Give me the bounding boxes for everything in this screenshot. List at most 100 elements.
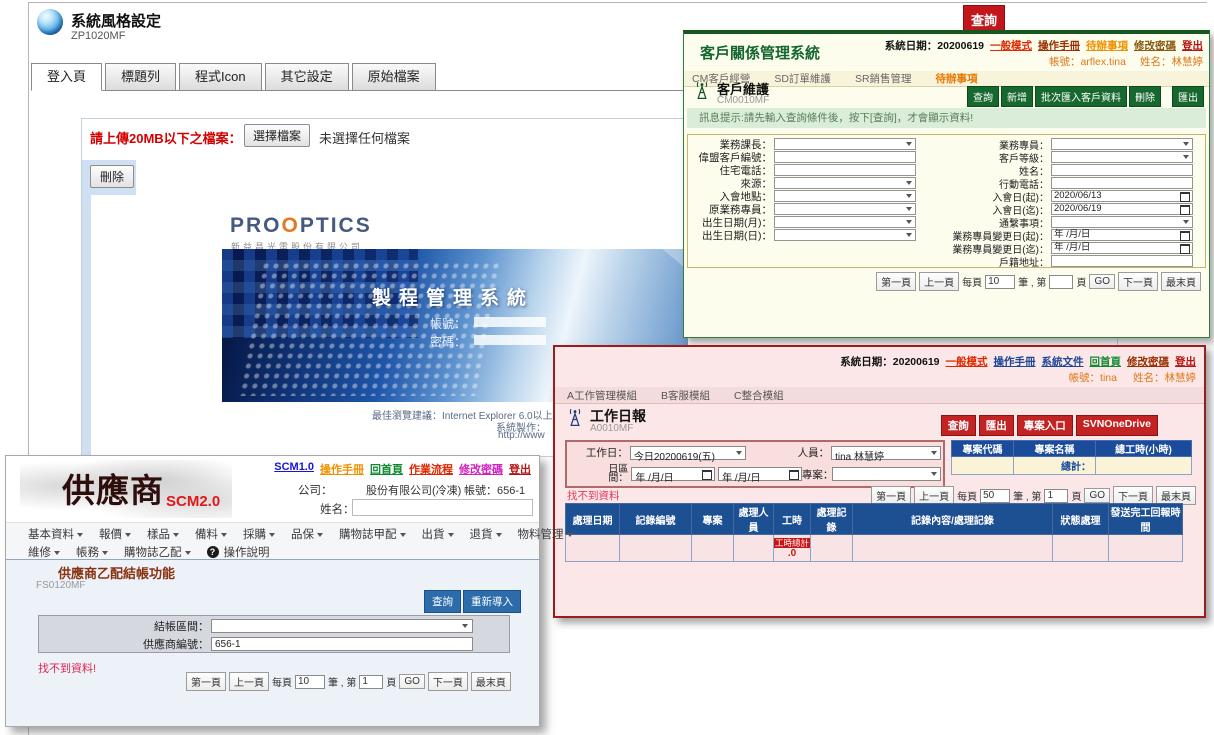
header-link[interactable]: 操作手冊 (1038, 38, 1080, 53)
calendar-icon[interactable] (702, 470, 712, 480)
menu-item[interactable]: 購物誌乙配 (124, 544, 191, 560)
date-to-input[interactable]: 年 /月/日 (718, 467, 802, 481)
calendar-icon[interactable] (1180, 231, 1190, 241)
nav-item[interactable]: A工作管理模組 (567, 388, 637, 403)
date-from-input[interactable]: 年 /月/日 (631, 467, 715, 481)
join-date-to-input[interactable]: 2020/06/19 (1051, 203, 1193, 215)
name-field[interactable] (352, 499, 533, 516)
header-link[interactable]: 一般模式 (946, 354, 988, 369)
birth-month-select[interactable] (774, 216, 916, 228)
menu-item[interactable]: 報價 (99, 526, 131, 542)
customer-id-input[interactable] (774, 151, 916, 163)
header-link[interactable]: 回首頁 (370, 461, 403, 477)
menu-item[interactable]: 基本資料 (28, 526, 83, 542)
first-page-button[interactable]: 第一頁 (876, 272, 916, 291)
prev-page-button[interactable]: 上一頁 (229, 672, 269, 691)
delete-button[interactable]: 刪除 (90, 165, 134, 188)
menu-item[interactable]: 出貨 (422, 526, 454, 542)
help-menu-item[interactable]: ?操作說明 (207, 544, 270, 560)
tab[interactable]: 其它設定 (265, 63, 349, 90)
calendar-icon[interactable] (1180, 192, 1190, 202)
name-input[interactable] (1051, 164, 1193, 176)
go-button[interactable]: GO (1084, 488, 1110, 503)
header-link[interactable]: 回首頁 (1090, 354, 1122, 369)
header-link[interactable]: 操作手冊 (994, 354, 1036, 369)
toolbar-button[interactable]: 專案入口 (1017, 415, 1073, 436)
contact-matter-select[interactable] (1051, 216, 1193, 228)
nav-item[interactable]: B客服模組 (661, 388, 710, 403)
last-page-button[interactable]: 最末頁 (471, 672, 511, 691)
agent-change-to-input[interactable]: 年 /月/日 (1051, 242, 1193, 254)
menu-item[interactable]: 品保 (291, 526, 323, 542)
menu-item[interactable]: 帳務 (76, 544, 108, 560)
toolbar-button[interactable]: 查詢 (424, 590, 461, 613)
per-page-input[interactable]: 10 (295, 675, 325, 689)
customer-grade-select[interactable] (1051, 151, 1193, 163)
header-link[interactable]: 作業流程 (409, 461, 453, 477)
page-number-input[interactable]: 1 (359, 675, 383, 689)
toolbar-button[interactable]: 刪除 (1129, 86, 1161, 107)
menu-item[interactable]: 採購 (243, 526, 275, 542)
header-link[interactable]: 登出 (509, 461, 531, 477)
per-page-input[interactable]: 50 (980, 489, 1010, 503)
birth-day-select[interactable] (774, 229, 916, 241)
header-link[interactable]: 登出 (1182, 38, 1203, 53)
page-number-input[interactable]: 1 (1044, 489, 1068, 503)
toolbar-button[interactable]: 新增 (1001, 86, 1033, 107)
header-link[interactable]: 操作手冊 (320, 461, 364, 477)
tab[interactable]: 原始檔案 (352, 63, 436, 90)
toolbar-button[interactable]: 匯出 (1172, 86, 1204, 107)
go-button[interactable]: GO (399, 674, 425, 689)
agent-select[interactable] (1051, 138, 1193, 150)
agent-change-from-input[interactable]: 年 /月/日 (1051, 229, 1193, 241)
menu-item[interactable]: 備料 (195, 526, 227, 542)
toolbar-button[interactable]: 查詢 (967, 86, 999, 107)
source-select[interactable] (774, 177, 916, 189)
sales-chief-select[interactable] (774, 138, 916, 150)
project-select[interactable] (832, 467, 941, 481)
menu-item[interactable]: 退貨 (470, 526, 502, 542)
header-link[interactable]: 修改密碼 (459, 461, 503, 477)
nav-item[interactable]: C整合模組 (734, 388, 784, 403)
registered-address-input[interactable] (1051, 255, 1193, 267)
prev-page-button[interactable]: 上一頁 (919, 272, 959, 291)
go-button[interactable]: GO (1089, 274, 1115, 289)
menu-item[interactable]: 購物誌甲配 (339, 526, 406, 542)
workday-select[interactable]: 今日20200619(五) (630, 446, 746, 460)
join-date-from-input[interactable]: 2020/06/13 (1051, 190, 1193, 202)
home-phone-input[interactable] (774, 164, 916, 176)
calendar-icon[interactable] (1180, 205, 1190, 215)
first-page-button[interactable]: 第一頁 (186, 672, 226, 691)
toolbar-button[interactable]: 匯出 (979, 415, 1014, 436)
nav-item[interactable]: 待辦事項 (936, 71, 978, 86)
page-number-input[interactable] (1049, 275, 1073, 289)
former-agent-select[interactable] (774, 203, 916, 215)
toolbar-button[interactable]: 批次匯入客戶資料 (1035, 86, 1127, 107)
settlement-period-select[interactable] (211, 619, 473, 633)
calendar-icon[interactable] (789, 470, 799, 480)
menu-item[interactable]: 維修 (28, 544, 60, 560)
last-page-button[interactable]: 最末頁 (1161, 272, 1201, 291)
per-page-input[interactable]: 10 (985, 275, 1015, 289)
join-place-select[interactable] (774, 190, 916, 202)
choose-file-button[interactable]: 選擇檔案 (244, 124, 310, 147)
tab[interactable]: 程式Icon (179, 63, 262, 90)
person-select[interactable]: tina 林慧婷 (831, 446, 941, 460)
tab[interactable]: 登入頁 (31, 63, 102, 91)
menu-item[interactable]: 樣品 (147, 526, 179, 542)
toolbar-button[interactable]: 查詢 (941, 415, 976, 436)
header-link[interactable]: 修改密碼 (1134, 38, 1176, 53)
vendor-id-input[interactable]: 656-1 (211, 637, 473, 651)
toolbar-button[interactable]: 重新導入 (463, 590, 521, 613)
toolbar-button[interactable]: SVNOneDrive (1076, 415, 1158, 436)
menu-item[interactable]: 物料管理 (518, 526, 573, 542)
nav-item[interactable]: SD訂單維護 (774, 71, 831, 86)
next-page-button[interactable]: 下一頁 (1118, 272, 1158, 291)
header-link[interactable]: 修改密碼 (1127, 354, 1169, 369)
header-link[interactable]: 系統文件 (1042, 354, 1084, 369)
tab[interactable]: 標題列 (105, 63, 176, 90)
calendar-icon[interactable] (1180, 244, 1190, 254)
header-link[interactable]: 待辦事項 (1086, 38, 1128, 53)
mobile-input[interactable] (1051, 177, 1193, 189)
next-page-button[interactable]: 下一頁 (428, 672, 468, 691)
